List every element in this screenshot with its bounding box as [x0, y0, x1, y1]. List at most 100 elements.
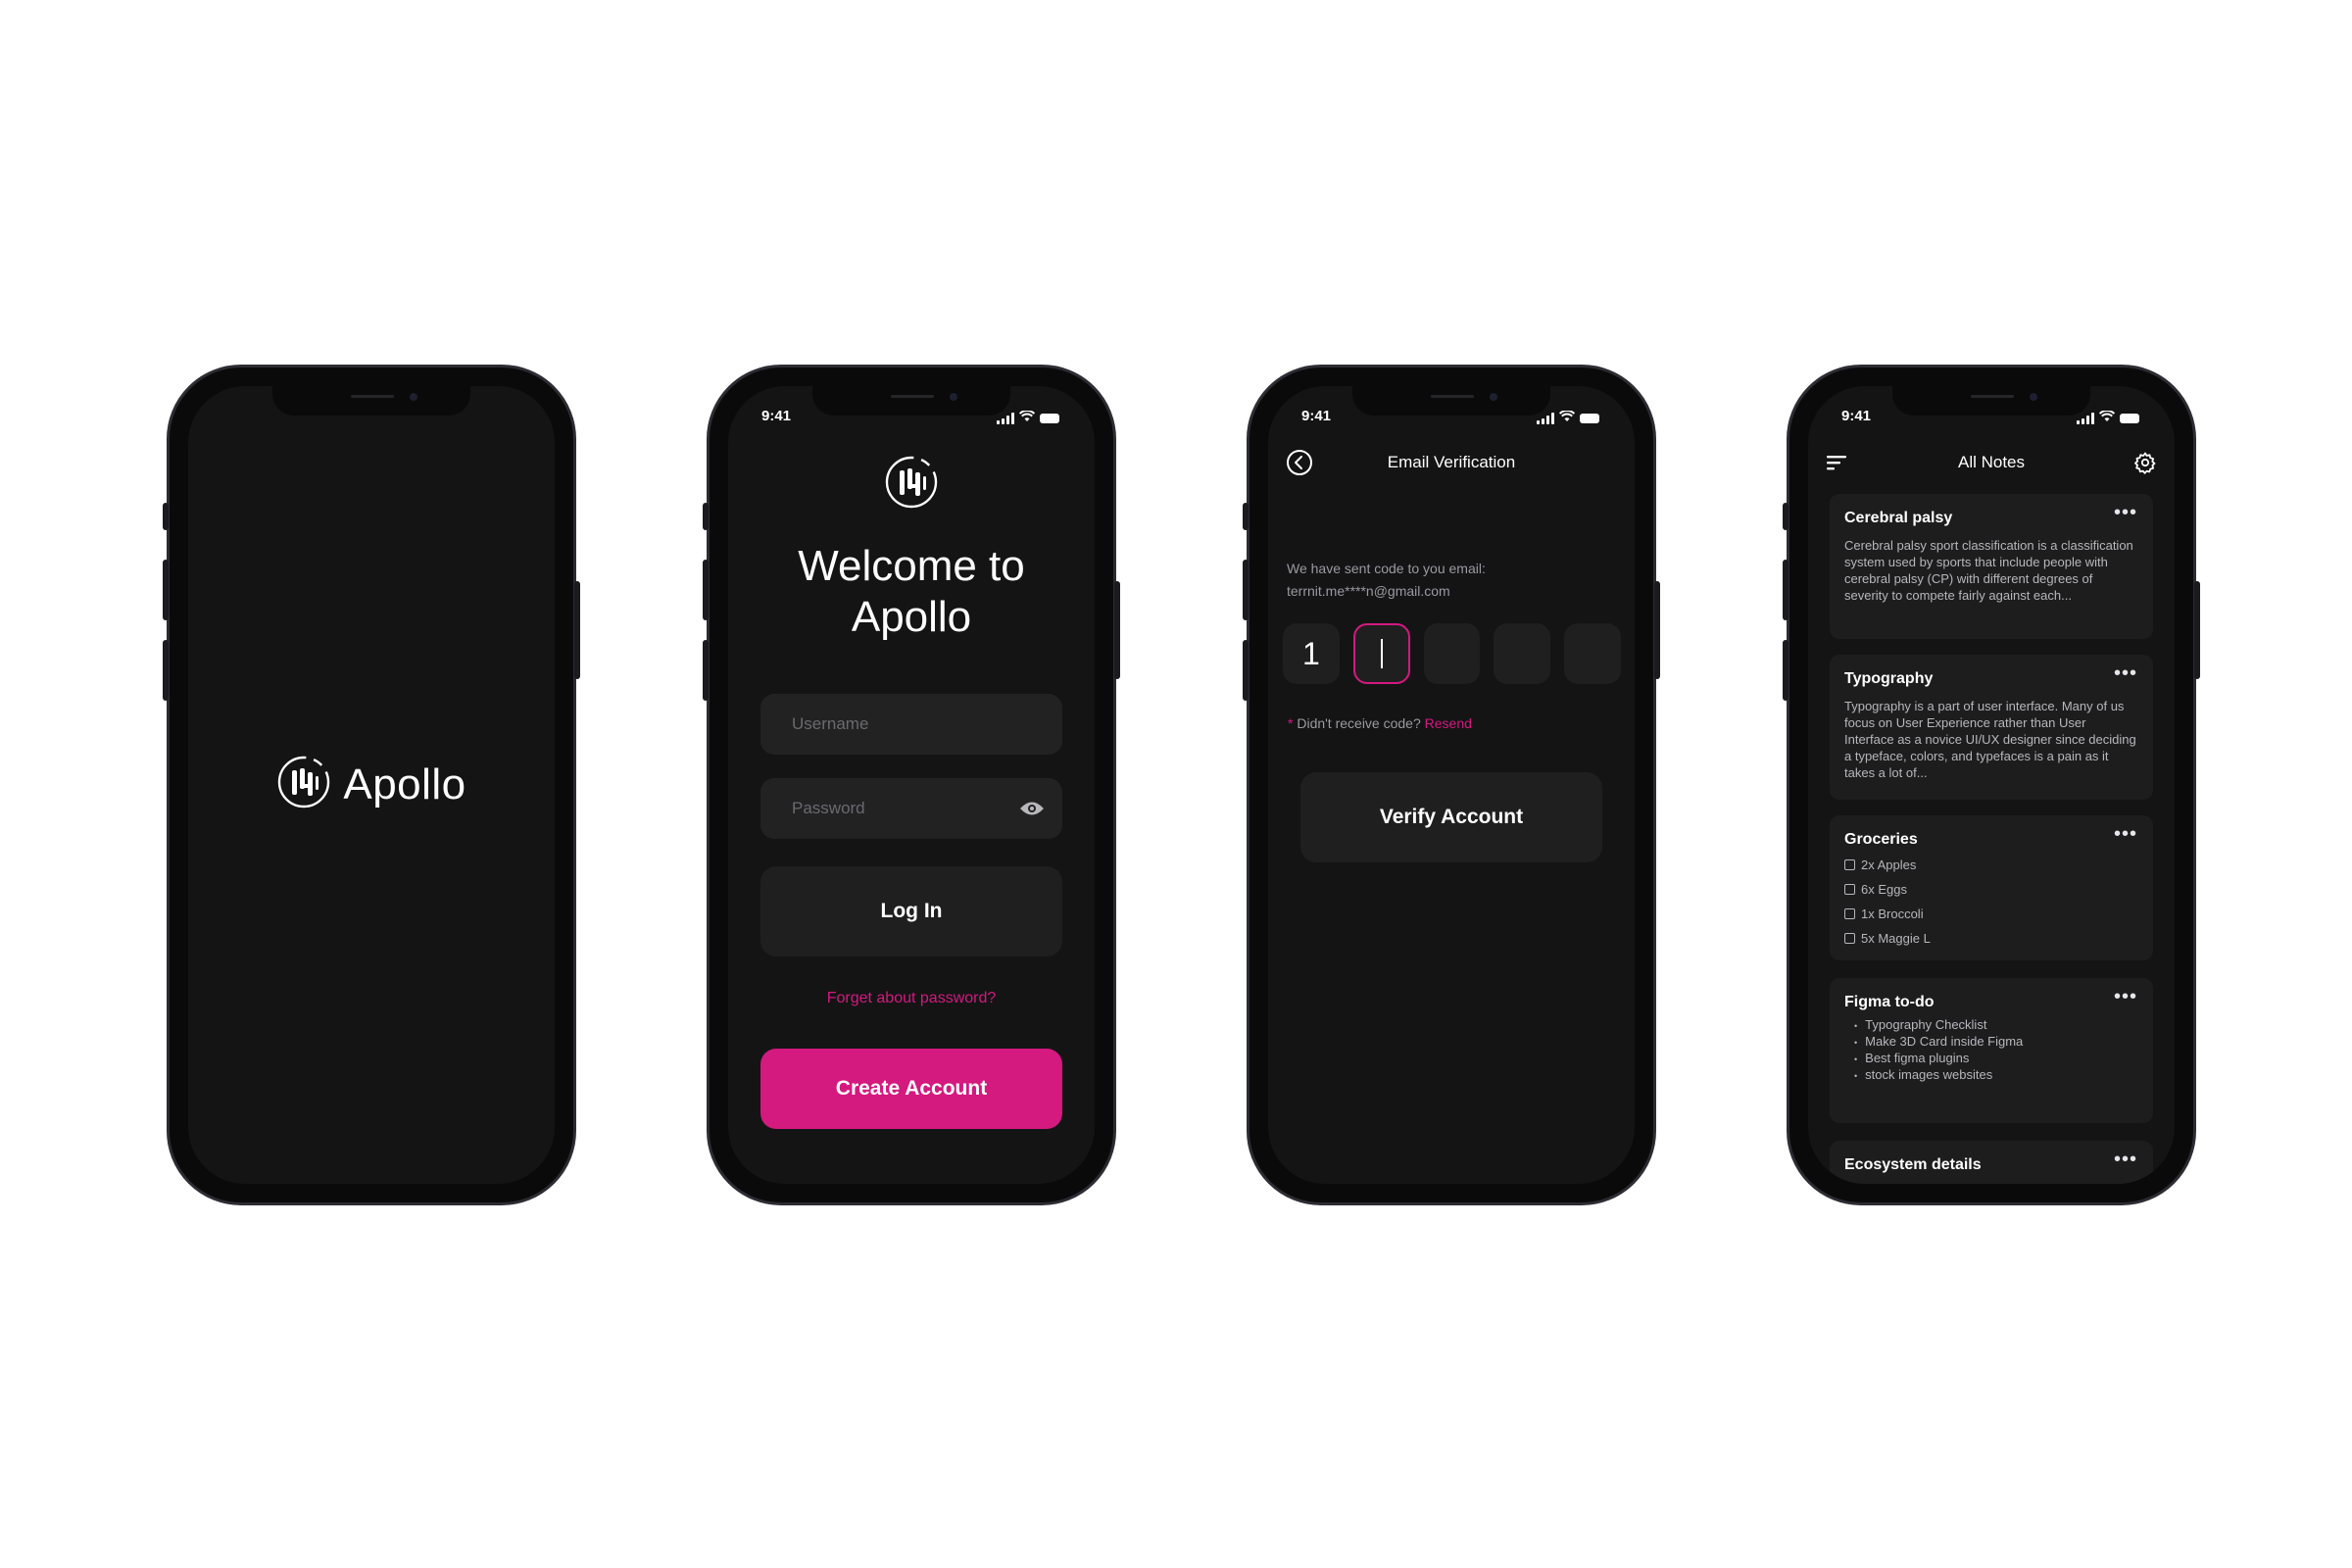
checklist-item-label: 1x Broccoli — [1861, 906, 1924, 921]
otp-digit-4[interactable] — [1494, 623, 1551, 684]
volume-up-button — [1243, 560, 1249, 620]
apollo-logo-icon — [276, 755, 331, 814]
sent-message: We have sent code to you email: terrnit.… — [1287, 558, 1615, 603]
checklist-item-label: 5x Maggie L — [1861, 931, 1931, 946]
side-button — [1243, 503, 1249, 530]
note-preview: Typography is a part of user interface. … — [1844, 699, 2136, 780]
password-input[interactable] — [790, 798, 1033, 819]
note-card[interactable]: Groceries 2x Apples 6x Eggs 1x Broccoli … — [1830, 815, 2153, 960]
text-caret — [1380, 639, 1383, 668]
welcome-line-1: Welcome to — [798, 542, 1025, 590]
username-input[interactable] — [790, 713, 1033, 735]
bullet-item: Best figma plugins — [1844, 1051, 2138, 1067]
status-time: 9:41 — [1841, 408, 1872, 424]
app-name: Apollo — [343, 760, 466, 808]
username-field-container — [760, 694, 1062, 755]
notch — [1352, 386, 1550, 416]
checklist-item-label: 6x Eggs — [1861, 882, 1907, 897]
back-arrow-icon[interactable] — [1286, 449, 1313, 485]
status-time: 9:41 — [1301, 408, 1332, 424]
checkbox-icon[interactable] — [1844, 933, 1855, 944]
note-card[interactable]: Ecosystem details ••• — [1830, 1141, 2153, 1184]
wifi-icon — [1558, 410, 1576, 426]
note-card[interactable]: Typography Typography is a part of user … — [1830, 655, 2153, 800]
masked-email: terrnit.me****n@gmail.com — [1287, 583, 1450, 599]
otp-input-group: 1 — [1283, 623, 1621, 684]
notes-screen: 9:41 All Notes Cerebral palsy Cerebral p… — [1808, 386, 2175, 1184]
note-card[interactable]: Figma to-do Typography Checklist Make 3D… — [1830, 978, 2153, 1123]
checklist-item[interactable]: 2x Apples — [1844, 853, 2138, 877]
power-button — [574, 581, 580, 679]
note-title: Figma to-do — [1844, 994, 1935, 1010]
otp-digit-5[interactable] — [1564, 623, 1621, 684]
more-options-icon[interactable]: ••• — [2114, 824, 2137, 844]
resend-question: Didn't receive code? — [1293, 715, 1425, 731]
note-title: Groceries — [1844, 831, 1918, 848]
more-options-icon[interactable]: ••• — [2114, 1150, 2137, 1169]
note-title: Cerebral palsy — [1844, 510, 1953, 526]
note-card[interactable]: Cerebral palsy Cerebral palsy sport clas… — [1830, 494, 2153, 639]
power-button — [1654, 581, 1660, 679]
cellular-signal-icon — [1537, 412, 1554, 424]
login-button[interactable]: Log In — [760, 866, 1062, 956]
bullet-item: Make 3D Card inside Figma — [1844, 1034, 2138, 1051]
settings-gear-icon[interactable] — [2133, 451, 2157, 483]
sent-text: We have sent code to you email: — [1287, 561, 1486, 576]
cellular-signal-icon — [997, 412, 1014, 424]
phone-login: 9:41 Welcome to Apollo Username Log In F… — [703, 365, 1120, 1205]
notes-header: All Notes — [1808, 449, 2175, 476]
checklist-item[interactable]: 5x Maggie L — [1844, 926, 2138, 951]
create-account-button[interactable]: Create Account — [760, 1049, 1062, 1129]
more-options-icon[interactable]: ••• — [2114, 503, 2137, 522]
battery-icon — [1040, 413, 1059, 423]
side-button — [1783, 503, 1788, 530]
note-title: Ecosystem details — [1844, 1156, 1982, 1173]
power-button — [1114, 581, 1120, 679]
volume-down-button — [703, 640, 709, 701]
checklist-item[interactable]: 1x Broccoli — [1844, 902, 2138, 926]
wifi-icon — [1018, 410, 1036, 426]
show-password-eye-icon[interactable] — [1019, 800, 1045, 822]
phone-splash: Apollo — [163, 365, 580, 1205]
menu-icon[interactable] — [1827, 453, 1848, 481]
verification-screen: 9:41 Email Verification We have sent cod… — [1268, 386, 1635, 1184]
otp-digit-1[interactable]: 1 — [1283, 623, 1340, 684]
resend-prompt: * Didn't receive code? Resend — [1288, 715, 1472, 731]
battery-icon — [1580, 413, 1599, 423]
checklist-item[interactable]: 6x Eggs — [1844, 877, 2138, 902]
notch — [1892, 386, 2090, 416]
status-time: 9:41 — [761, 408, 792, 424]
checkbox-icon[interactable] — [1844, 908, 1855, 919]
phone-notes: 9:41 All Notes Cerebral palsy Cerebral p… — [1783, 365, 2200, 1205]
welcome-line-2: Apollo — [851, 593, 972, 641]
splash-screen: Apollo — [188, 386, 555, 1184]
welcome-heading: Welcome to Apollo — [728, 541, 1095, 643]
verify-account-button[interactable]: Verify Account — [1300, 772, 1602, 862]
resend-link[interactable]: Resend — [1425, 715, 1472, 731]
forgot-password-link[interactable]: Forget about password? — [728, 990, 1095, 1007]
otp-digit-3[interactable] — [1423, 623, 1481, 684]
more-options-icon[interactable]: ••• — [2114, 987, 2137, 1006]
volume-up-button — [1783, 560, 1788, 620]
wifi-icon — [2098, 410, 2116, 426]
checkbox-icon[interactable] — [1844, 884, 1855, 895]
checklist-item-label: 2x Apples — [1861, 858, 1917, 872]
bullet-item: stock images websites — [1844, 1067, 2138, 1084]
password-field-container — [760, 778, 1062, 839]
volume-down-button — [163, 640, 169, 701]
volume-down-button — [1243, 640, 1249, 701]
power-button — [2194, 581, 2200, 679]
bullet-item: Typography Checklist — [1844, 1017, 2138, 1034]
note-title: Typography — [1844, 670, 1934, 687]
phone-verification: 9:41 Email Verification We have sent cod… — [1243, 365, 1660, 1205]
more-options-icon[interactable]: ••• — [2114, 663, 2137, 683]
verification-header: Email Verification — [1268, 449, 1635, 476]
checkbox-icon[interactable] — [1844, 859, 1855, 870]
splash-logo-group: Apollo — [188, 755, 555, 814]
login-screen: 9:41 Welcome to Apollo Username Log In F… — [728, 386, 1095, 1184]
note-preview: Cerebral palsy sport classification is a… — [1844, 538, 2133, 603]
page-title: All Notes — [1957, 453, 2026, 471]
otp-digit-2-active[interactable] — [1352, 623, 1410, 684]
cellular-signal-icon — [2077, 412, 2094, 424]
side-button — [703, 503, 709, 530]
